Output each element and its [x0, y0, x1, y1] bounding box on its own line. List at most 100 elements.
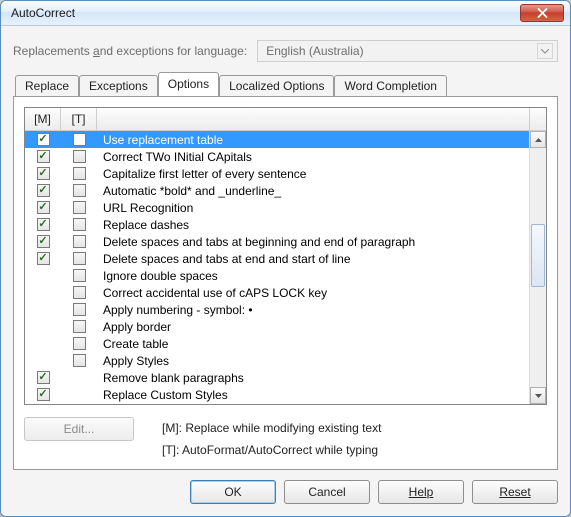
cell-t — [61, 337, 97, 350]
cell-m — [25, 235, 61, 248]
option-label: Use replacement table — [97, 133, 529, 147]
option-row[interactable]: Automatic *bold* and _underline_ — [25, 182, 529, 199]
option-label: Delete spaces and tabs at end and start … — [97, 252, 529, 266]
tab-word-completion[interactable]: Word Completion — [334, 75, 446, 97]
option-label: Correct accidental use of cAPS LOCK key — [97, 286, 529, 300]
cell-t — [61, 150, 97, 163]
scroll-up-button[interactable] — [530, 131, 546, 148]
option-row[interactable]: Create table — [25, 335, 529, 352]
tab-replace[interactable]: Replace — [15, 75, 79, 97]
checkbox-t[interactable] — [73, 218, 86, 231]
option-row[interactable]: Capitalize first letter of every sentenc… — [25, 165, 529, 182]
option-row[interactable]: Apply numbering - symbol: • — [25, 301, 529, 318]
cell-t — [61, 354, 97, 367]
button-bar: OK Cancel Help Reset — [13, 470, 558, 504]
option-label: Apply Styles — [97, 354, 529, 368]
chevron-up-icon — [535, 138, 542, 142]
scroll-down-button[interactable] — [530, 387, 546, 404]
checkbox-m[interactable] — [37, 235, 50, 248]
option-row[interactable]: Delete spaces and tabs at end and start … — [25, 250, 529, 267]
close-icon — [537, 8, 548, 18]
option-label: Apply numbering - symbol: • — [97, 303, 529, 317]
checkbox-t[interactable] — [73, 150, 86, 163]
option-row[interactable]: Remove blank paragraphs — [25, 369, 529, 386]
checkbox-t[interactable] — [73, 354, 86, 367]
edit-button[interactable]: Edit... — [24, 417, 134, 441]
option-label: Apply border — [97, 320, 529, 334]
option-label: Create table — [97, 337, 529, 351]
tab-localized-options[interactable]: Localized Options — [219, 75, 334, 97]
option-label: Replace Custom Styles — [97, 388, 529, 402]
checkbox-m[interactable] — [37, 371, 50, 384]
checkbox-m[interactable] — [37, 167, 50, 180]
option-row[interactable]: URL Recognition — [25, 199, 529, 216]
checkbox-t[interactable] — [73, 201, 86, 214]
checkbox-t[interactable] — [73, 269, 86, 282]
column-header-scroll — [529, 108, 546, 130]
checkbox-t[interactable] — [73, 167, 86, 180]
checkbox-m[interactable] — [37, 201, 50, 214]
option-row[interactable]: Apply Styles — [25, 352, 529, 369]
cell-t — [61, 303, 97, 316]
checkbox-t[interactable] — [73, 252, 86, 265]
column-header-t[interactable]: [T] — [61, 108, 97, 130]
checkbox-m[interactable] — [37, 252, 50, 265]
checkbox-t[interactable] — [73, 337, 86, 350]
tab-exceptions[interactable]: Exceptions — [79, 75, 158, 97]
checkbox-t[interactable] — [73, 320, 86, 333]
scroll-thumb[interactable] — [531, 224, 545, 286]
cell-t — [61, 320, 97, 333]
option-row[interactable]: Correct accidental use of cAPS LOCK key — [25, 284, 529, 301]
column-header-m[interactable]: [M] — [25, 108, 61, 130]
column-header-label — [97, 108, 529, 130]
cell-t — [61, 133, 97, 146]
checkbox-m[interactable] — [37, 150, 50, 163]
cell-t — [61, 286, 97, 299]
vertical-scrollbar[interactable] — [529, 131, 546, 404]
cell-m — [25, 201, 61, 214]
option-label: Ignore double spaces — [97, 269, 529, 283]
checkbox-m[interactable] — [37, 133, 50, 146]
checkbox-m[interactable] — [37, 388, 50, 401]
tab-options[interactable]: Options — [158, 72, 219, 96]
option-row[interactable]: Delete spaces and tabs at beginning and … — [25, 233, 529, 250]
option-row[interactable]: Replace bullets with: • — [25, 403, 529, 404]
autocorrect-dialog: AutoCorrect Replacements and exceptions … — [0, 0, 571, 517]
cell-t — [61, 269, 97, 282]
option-row[interactable]: Ignore double spaces — [25, 267, 529, 284]
option-label: Replace dashes — [97, 218, 529, 232]
cancel-button[interactable]: Cancel — [284, 480, 370, 504]
checkbox-m[interactable] — [37, 184, 50, 197]
window-title: AutoCorrect — [11, 6, 520, 20]
option-label: Automatic *bold* and _underline_ — [97, 184, 529, 198]
scroll-track[interactable] — [530, 148, 546, 387]
checkbox-m[interactable] — [37, 218, 50, 231]
checkbox-t[interactable] — [73, 133, 86, 146]
cell-t — [61, 184, 97, 197]
option-label: Capitalize first letter of every sentenc… — [97, 167, 529, 181]
ok-button[interactable]: OK — [190, 480, 276, 504]
titlebar[interactable]: AutoCorrect — [1, 1, 570, 26]
language-label: Replacements and exceptions for language… — [13, 44, 247, 58]
checkbox-t[interactable] — [73, 286, 86, 299]
client-area: Replacements and exceptions for language… — [1, 26, 570, 516]
option-label: Remove blank paragraphs — [97, 371, 529, 385]
checkbox-t[interactable] — [73, 303, 86, 316]
reset-button[interactable]: Reset — [472, 480, 558, 504]
cell-t — [61, 201, 97, 214]
options-rows: Use replacement tableCorrect TWo INitial… — [25, 131, 529, 404]
close-button[interactable] — [520, 4, 564, 22]
legend: [M]: Replace while modifying existing te… — [162, 417, 547, 461]
checkbox-t[interactable] — [73, 184, 86, 197]
options-grid-body: Use replacement tableCorrect TWo INitial… — [25, 131, 546, 404]
checkbox-t[interactable] — [73, 235, 86, 248]
help-button[interactable]: Help — [378, 480, 464, 504]
option-row[interactable]: Replace dashes — [25, 216, 529, 233]
option-row[interactable]: Use replacement table — [25, 131, 529, 148]
cell-m — [25, 133, 61, 146]
language-select[interactable]: English (Australia) — [257, 40, 558, 62]
tab-panel-options: [M] [T] Use replacement tableCorrect TWo… — [13, 96, 558, 470]
option-row[interactable]: Correct TWo INitial CApitals — [25, 148, 529, 165]
option-row[interactable]: Replace Custom Styles — [25, 386, 529, 403]
option-row[interactable]: Apply border — [25, 318, 529, 335]
